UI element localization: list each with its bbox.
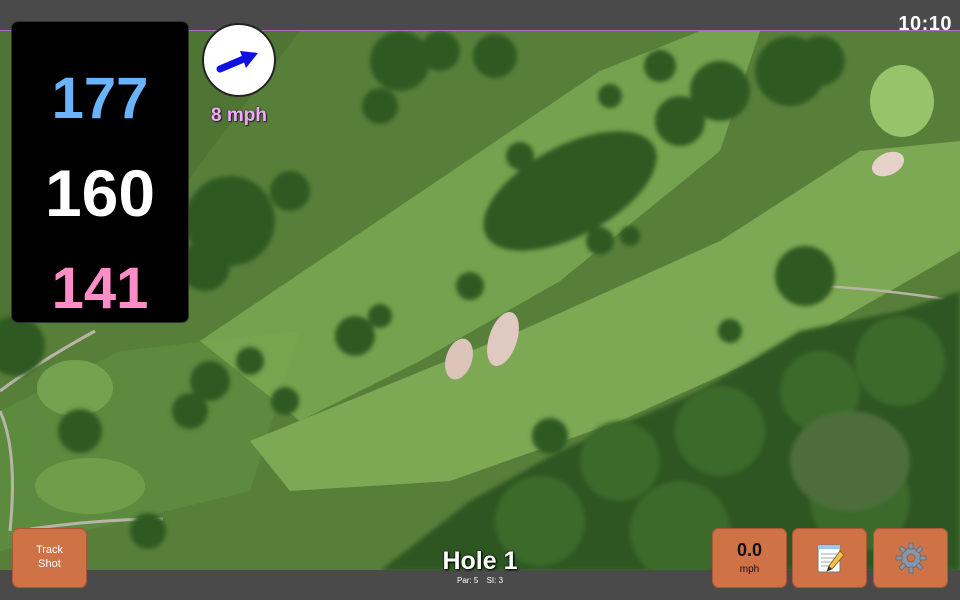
hole-title: Hole 1	[442, 547, 518, 575]
par-label: Par: 5	[456, 576, 479, 585]
hole-info: Par: 5 SI: 3	[380, 577, 580, 585]
wind-speed-label: 8 mph	[211, 105, 267, 126]
distance-panel: 177 160 141	[12, 22, 188, 322]
wind-speed-button[interactable]: 0.0 mph	[712, 528, 787, 588]
track-shot-label-line1: Track	[35, 544, 64, 557]
arrow-icon	[216, 51, 258, 73]
middle-distance: 160	[44, 156, 156, 230]
wind-speed-value: 0.0	[736, 540, 763, 560]
notes-button[interactable]	[792, 528, 867, 588]
wind-speed-unit: mph	[739, 564, 760, 575]
wind-direction-indicator	[202, 23, 276, 97]
notepad-icon	[817, 544, 845, 573]
front-distance: 141	[51, 256, 149, 321]
back-distance: 177	[51, 66, 149, 131]
stroke-index-label: SI: 3	[486, 576, 504, 585]
gear-icon	[895, 542, 926, 574]
track-shot-label-line2: Shot	[38, 558, 61, 570]
settings-button[interactable]	[873, 528, 948, 588]
track-shot-button[interactable]: Track Shot	[12, 528, 87, 588]
